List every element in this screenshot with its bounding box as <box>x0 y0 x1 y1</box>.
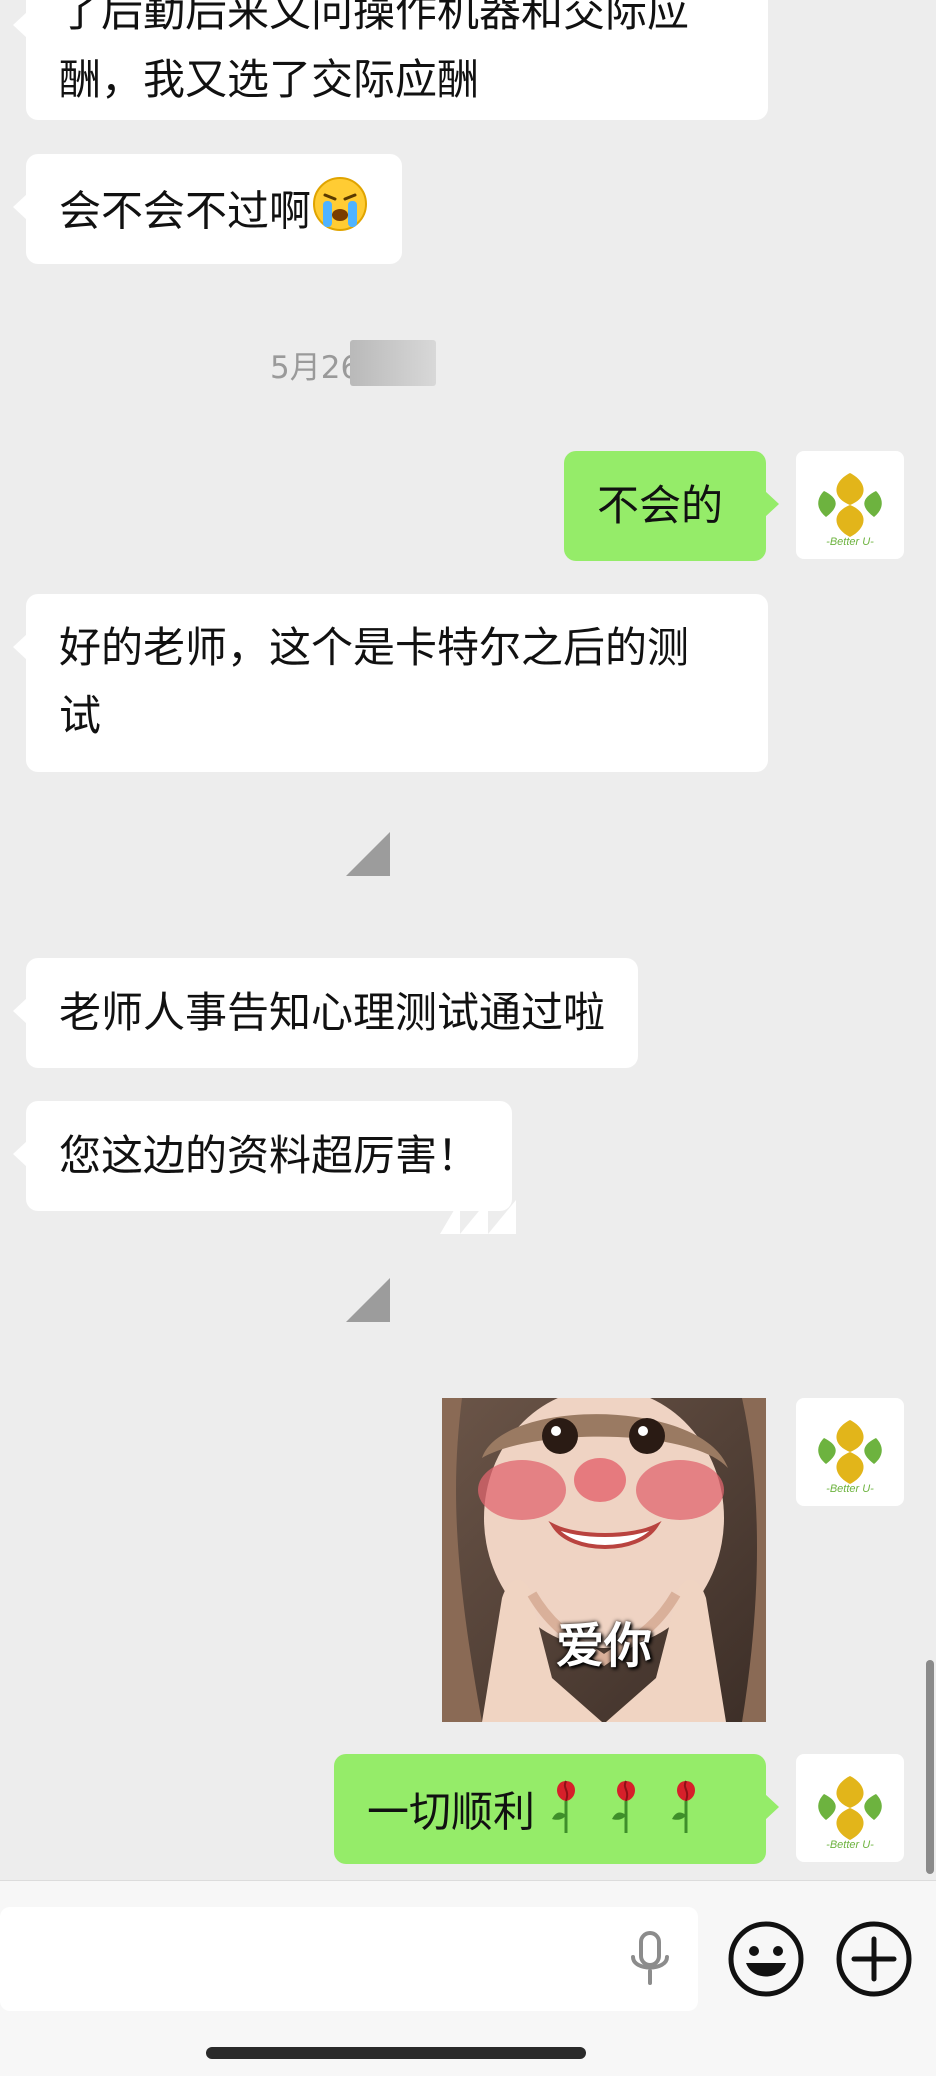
message-bubble-received[interactable]: 老师人事告知心理测试通过啦 <box>12 958 639 1068</box>
message-bubble-received[interactable]: 您这边的资料超厉害！ <box>12 1101 513 1211</box>
message-bubble-sent[interactable]: 不会的 <box>564 451 779 561</box>
sticker-caption: 爱你 <box>555 1618 652 1674</box>
watermark-triangle-icon <box>346 1278 390 1322</box>
redacted-block <box>350 340 436 386</box>
message-text: 一切顺利 <box>367 1787 536 1837</box>
svg-text:-Better U-: -Better U- <box>826 1839 874 1851</box>
message-text: 您这边的资料超厉害！ <box>59 1131 480 1180</box>
emoji-icon[interactable] <box>726 1919 806 1999</box>
better-u-logo-icon: -Better U- <box>818 1776 882 1851</box>
avatar[interactable]: -Better U- <box>796 1754 904 1862</box>
message-timestamp: 5月26 <box>270 350 361 386</box>
home-indicator[interactable] <box>206 2047 586 2059</box>
avatar[interactable]: -Better U- <box>796 1398 904 1506</box>
message-bubble-received[interactable]: 了后勤后来又问操作机器和交际应 酬，我又选了交际应酬 <box>13 0 768 120</box>
better-u-logo-icon: -Better U- <box>818 1420 882 1495</box>
message-line: 好的老师，这个是卡特尔之后的测 <box>59 623 690 672</box>
chat-area: 了后勤后来又问操作机器和交际应 酬，我又选了交际应酬 会不会不过啊 5月26 不… <box>0 0 936 1880</box>
message-line: 试 <box>59 691 102 740</box>
rose-emoji-icon <box>548 1775 716 1855</box>
message-text: 不会的 <box>597 481 724 530</box>
watermark-triangle-icon <box>346 832 390 876</box>
sticker-image[interactable]: 爱你 <box>442 1398 766 1722</box>
microphone-icon[interactable] <box>628 1931 672 1987</box>
svg-text:-Better U-: -Better U- <box>826 1483 874 1495</box>
message-text: 会不会不过啊 <box>59 186 312 236</box>
better-u-logo-icon: -Better U- <box>818 473 882 548</box>
message-text: 老师人事告知心理测试通过啦 <box>59 988 606 1037</box>
avatar[interactable]: -Better U- <box>796 451 904 559</box>
message-input[interactable] <box>0 1907 698 2011</box>
message-bubble-received[interactable]: 会不会不过啊 <box>12 154 403 264</box>
scrollbar[interactable] <box>926 1660 934 1874</box>
message-line: 了后勤后来又问操作机器和交际应 <box>59 0 690 36</box>
message-bubble-received[interactable]: 好的老师，这个是卡特尔之后的测 试 <box>13 594 768 772</box>
message-line: 酬，我又选了交际应酬 <box>59 55 480 104</box>
crying-face-emoji-icon <box>311 175 369 253</box>
watermark-zigzag-icon <box>440 1200 516 1234</box>
svg-text:-Better U-: -Better U- <box>826 536 874 548</box>
message-bubble-sent[interactable]: 一切顺利 <box>334 1754 779 1864</box>
plus-icon[interactable] <box>834 1919 914 1999</box>
